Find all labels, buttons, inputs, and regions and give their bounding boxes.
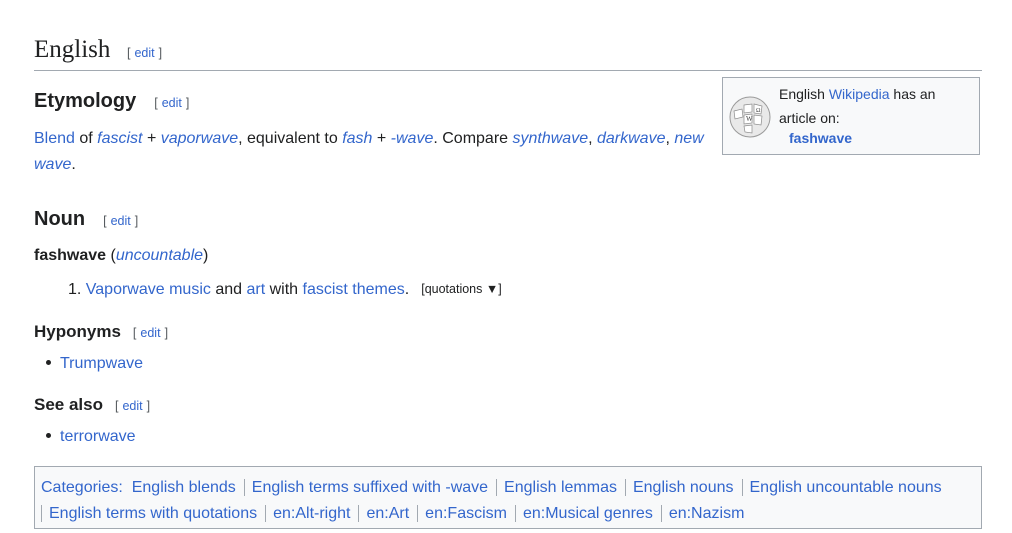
divider	[41, 505, 42, 523]
category-link[interactable]: en:Nazism	[669, 505, 745, 522]
uncountable-link[interactable]: uncountable	[116, 247, 203, 264]
category-link[interactable]: English blends	[132, 479, 236, 496]
list-item: Trumpwave	[46, 355, 143, 373]
divider	[265, 505, 267, 523]
bullet-icon	[46, 433, 51, 439]
language-title: English	[34, 36, 111, 63]
link-blend[interactable]: Blend	[34, 130, 75, 147]
divider	[741, 479, 743, 497]
link-fascist[interactable]: fascist	[97, 130, 142, 147]
wikipedia-globe-icon: W Ω	[729, 96, 771, 138]
etymology-heading: Etymology [edit]	[34, 90, 189, 113]
edit-link[interactable]: edit	[134, 46, 154, 60]
link-fash[interactable]: fash	[342, 130, 372, 147]
edit-link[interactable]: edit	[162, 96, 182, 110]
divider	[514, 505, 516, 523]
sense-number: 1.	[68, 281, 82, 298]
etymology-title: Etymology	[34, 90, 137, 112]
section-edit: [edit]	[115, 399, 151, 413]
see-also-title: See also	[34, 395, 103, 414]
edit-link[interactable]: edit	[111, 214, 131, 228]
category-link[interactable]: English terms with quotations	[49, 505, 257, 522]
link-trumpwave[interactable]: Trumpwave	[60, 355, 143, 372]
see-also-heading: See also [edit]	[34, 395, 150, 415]
link-terrorwave[interactable]: terrorwave	[60, 428, 136, 445]
section-edit: [edit]	[154, 96, 190, 110]
category-link[interactable]: English nouns	[633, 479, 734, 496]
edit-link[interactable]: edit	[122, 399, 142, 413]
link-fascist-themes[interactable]: fascist themes	[303, 281, 405, 298]
category-link[interactable]: en:Fascism	[425, 505, 507, 522]
category-link[interactable]: en:Musical genres	[523, 505, 653, 522]
wikipedia-box: W Ω English Wikipedia has an article on:…	[722, 77, 980, 155]
section-edit: [edit]	[132, 326, 169, 340]
divider	[660, 505, 662, 523]
link-art[interactable]: art	[246, 281, 265, 298]
hyponyms-title: Hyponyms	[34, 322, 121, 341]
headword: fashwave	[34, 247, 107, 264]
category-link[interactable]: English uncountable nouns	[750, 479, 942, 496]
divider	[358, 505, 360, 523]
language-heading: English [edit]	[34, 34, 982, 71]
link-darkwave[interactable]: darkwave	[597, 130, 665, 147]
category-link[interactable]: English lemmas	[504, 479, 617, 496]
etymology-text: Blend of fascist + vaporwave, equivalent…	[34, 130, 704, 173]
headword-line: fashwave (uncountable)	[34, 247, 209, 264]
svg-text:W: W	[746, 115, 753, 123]
link-synthwave[interactable]: synthwave	[513, 130, 589, 147]
link-vaporwave-music[interactable]: Vaporwave music	[86, 281, 211, 298]
categories-label[interactable]: Categories:	[41, 479, 123, 496]
section-edit: [edit]	[103, 214, 139, 228]
quotations-toggle[interactable]: [quotations ▼]	[421, 282, 501, 296]
wikipedia-link[interactable]: Wikipedia	[829, 86, 890, 102]
wikipedia-article-link[interactable]: fashwave	[789, 130, 852, 146]
divider	[243, 479, 245, 497]
sense-1: 1. Vaporwave music and art with fascist …	[68, 281, 502, 298]
category-link[interactable]: en:Alt-right	[273, 505, 350, 522]
wikipedia-box-text: English Wikipedia has an article on:	[779, 86, 936, 126]
divider	[624, 479, 626, 497]
section-edit: [edit]	[127, 46, 163, 60]
noun-heading: Noun [edit]	[34, 208, 138, 231]
category-link[interactable]: en:Art	[366, 505, 409, 522]
list-item: terrorwave	[46, 428, 136, 446]
category-link[interactable]: English terms suffixed with -wave	[252, 479, 488, 496]
noun-title: Noun	[34, 208, 86, 230]
categories-box: Categories: English blends English terms …	[34, 466, 982, 529]
edit-link[interactable]: edit	[140, 326, 160, 340]
link-vaporwave[interactable]: vaporwave	[161, 130, 238, 147]
bullet-icon	[46, 360, 51, 366]
divider	[417, 505, 419, 523]
divider	[496, 479, 498, 497]
link-wave[interactable]: -wave	[391, 130, 434, 147]
hyponyms-heading: Hyponyms [edit]	[34, 322, 168, 342]
svg-text:Ω: Ω	[756, 108, 761, 114]
